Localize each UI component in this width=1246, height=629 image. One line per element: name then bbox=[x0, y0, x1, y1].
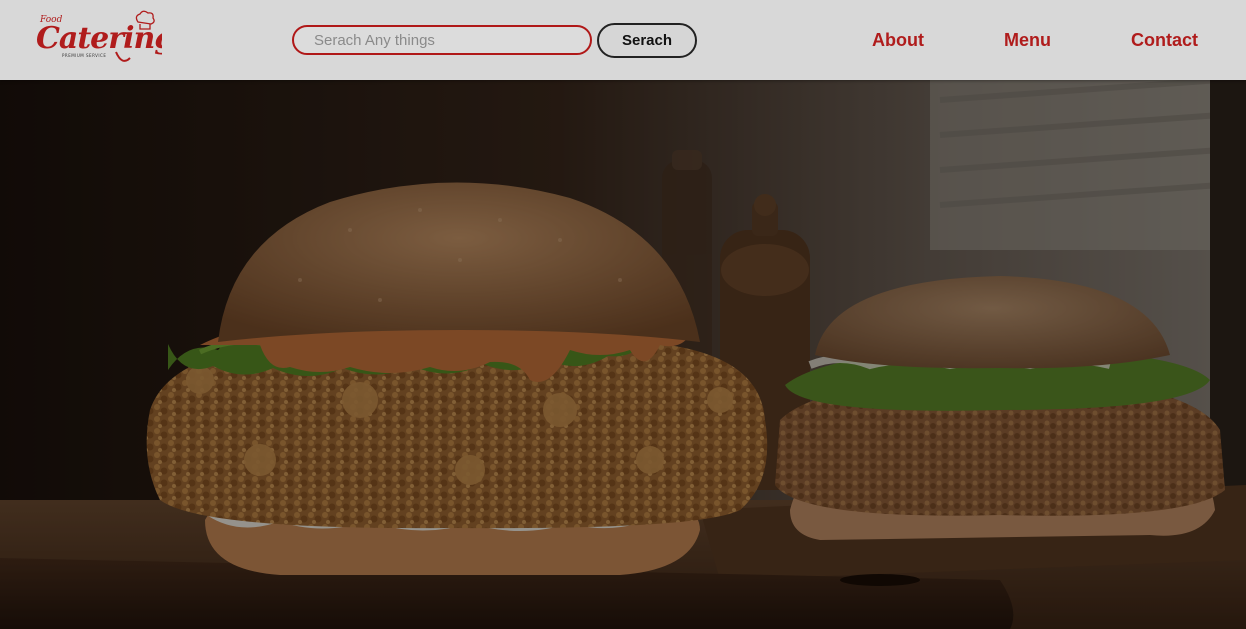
hero-dark-overlay bbox=[0, 80, 1246, 629]
hero-banner bbox=[0, 80, 1246, 629]
logo-brand-text: Catering bbox=[36, 21, 162, 56]
nav-link-contact[interactable]: Contact bbox=[1131, 30, 1198, 50]
hero-burger-image bbox=[0, 80, 1246, 629]
logo-tagline: PREMIUM SERVICE bbox=[62, 53, 106, 58]
nav-link-menu[interactable]: Menu bbox=[1004, 30, 1051, 50]
search-button[interactable]: Serach bbox=[597, 23, 697, 58]
page: Food Catering PREMIUM SERVICE Serach Abo… bbox=[0, 0, 1246, 629]
site-header: Food Catering PREMIUM SERVICE Serach Abo… bbox=[0, 0, 1246, 80]
catering-logo[interactable]: Food Catering PREMIUM SERVICE bbox=[32, 8, 162, 70]
search-input[interactable] bbox=[292, 25, 592, 55]
nav-link-about[interactable]: About bbox=[872, 30, 924, 50]
